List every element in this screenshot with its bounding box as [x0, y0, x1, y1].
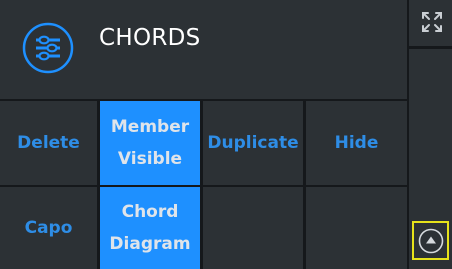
expand-arrows-icon[interactable] [421, 11, 443, 33]
hide-button-label: Hide [334, 133, 379, 153]
panel-header: CHORDS [0, 0, 407, 100]
capo-button-label: Capo [24, 218, 73, 238]
page-title: CHORDS [99, 25, 201, 51]
capo-button[interactable]: Capo [0, 187, 97, 269]
delete-button-label: Delete [17, 133, 80, 153]
duplicate-button[interactable]: Duplicate [203, 101, 303, 185]
side-divider [409, 46, 452, 49]
hide-button[interactable]: Hide [306, 101, 407, 185]
scroll-up-button[interactable] [412, 221, 449, 260]
chord-diagram-button[interactable]: Chord Diagram [100, 187, 200, 269]
triangle-up-icon [418, 228, 443, 253]
chord-settings-icon[interactable] [22, 22, 74, 74]
delete-button[interactable]: Delete [0, 101, 97, 185]
main-area: CHORDS Delete Member Visible Duplicate H… [0, 0, 407, 269]
member-visible-button[interactable]: Member Visible [100, 101, 200, 185]
empty-cell [306, 187, 407, 269]
duplicate-button-label: Duplicate [207, 133, 299, 153]
member-visible-button-label: Member Visible [110, 117, 190, 169]
chord-diagram-button-label: Chord Diagram [109, 202, 191, 254]
empty-cell [203, 187, 303, 269]
chords-panel: CHORDS Delete Member Visible Duplicate H… [0, 0, 452, 269]
action-grid: Delete Member Visible Duplicate Hide Cap… [0, 99, 407, 269]
